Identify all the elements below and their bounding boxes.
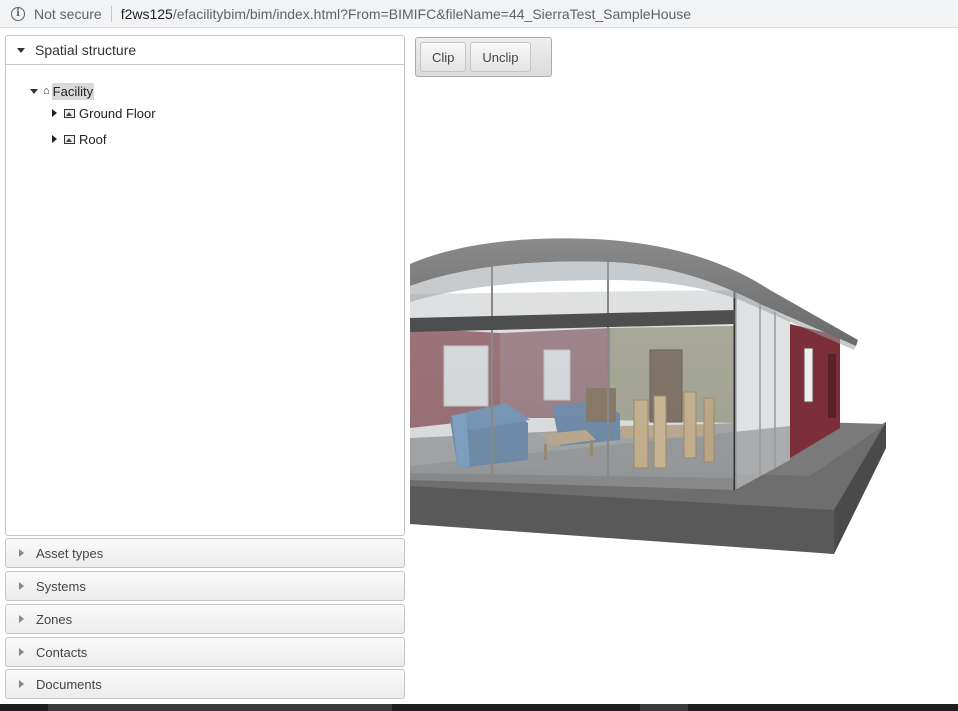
- accordion-systems[interactable]: Systems: [5, 571, 405, 601]
- side-door: [828, 354, 836, 418]
- caret-right-icon: [19, 648, 24, 656]
- taskbar-strip: [0, 704, 958, 711]
- accordion-label: Documents: [36, 676, 102, 692]
- caret-right-icon: [19, 582, 24, 590]
- tree-node-facility[interactable]: ⌂ Facility: [28, 82, 95, 100]
- info-icon[interactable]: i: [11, 6, 25, 21]
- tree-node-ground-floor[interactable]: Ground Floor: [48, 104, 157, 122]
- tree-expander[interactable]: [28, 88, 40, 94]
- spatial-structure-header[interactable]: Spatial structure: [6, 36, 404, 65]
- url-host[interactable]: f2ws125: [121, 6, 173, 22]
- accordion-label: Contacts: [36, 644, 88, 660]
- home-icon: ⌂: [43, 85, 50, 97]
- spatial-structure-panel: Spatial structure ⌂ Facility Ground Floo…: [5, 35, 405, 536]
- address-bar[interactable]: i Not secure f2ws125/efacilitybim/bim/in…: [0, 0, 958, 28]
- clip-toolbar: Clip Unclip: [415, 37, 552, 77]
- spatial-tree: ⌂ Facility Ground Floor Roof: [6, 65, 404, 535]
- tree-node-label[interactable]: Ground Floor: [78, 105, 157, 122]
- address-divider: [110, 5, 112, 22]
- accordion-label: Zones: [36, 611, 73, 627]
- spatial-structure-title: Spatial structure: [35, 42, 137, 58]
- floor-icon: [64, 134, 75, 144]
- url-path[interactable]: /efacilitybim/bim/index.html?From=BIMIFC…: [173, 6, 691, 22]
- side-glass: [735, 290, 790, 490]
- clip-button[interactable]: Clip: [420, 42, 467, 72]
- accordion-zones[interactable]: Zones: [5, 604, 405, 634]
- taskbar-segment: [640, 704, 688, 711]
- caret-down-icon: [17, 47, 25, 53]
- unclip-button[interactable]: Unclip: [470, 42, 531, 72]
- tree-expander[interactable]: [48, 109, 60, 117]
- security-label: Not secure: [34, 5, 102, 22]
- tree-expander[interactable]: [48, 135, 60, 143]
- caret-right-icon: [19, 549, 24, 557]
- accordion-asset-types[interactable]: Asset types: [5, 538, 405, 568]
- caret-right-icon: [19, 680, 24, 688]
- taskbar-segment: [48, 704, 392, 711]
- tree-node-label[interactable]: Roof: [78, 131, 107, 148]
- floor-icon: [64, 108, 75, 118]
- tree-node-roof[interactable]: Roof: [48, 130, 107, 148]
- house-model-render[interactable]: [410, 28, 958, 704]
- accordion-contacts[interactable]: Contacts: [5, 637, 405, 667]
- accordion-documents[interactable]: Documents: [5, 669, 405, 699]
- model-viewer[interactable]: [410, 28, 958, 704]
- side-window: [803, 347, 814, 403]
- caret-right-icon: [19, 615, 24, 623]
- tree-node-label[interactable]: Facility: [51, 82, 95, 100]
- accordion-label: Asset types: [36, 545, 104, 561]
- accordion-label: Systems: [36, 578, 86, 594]
